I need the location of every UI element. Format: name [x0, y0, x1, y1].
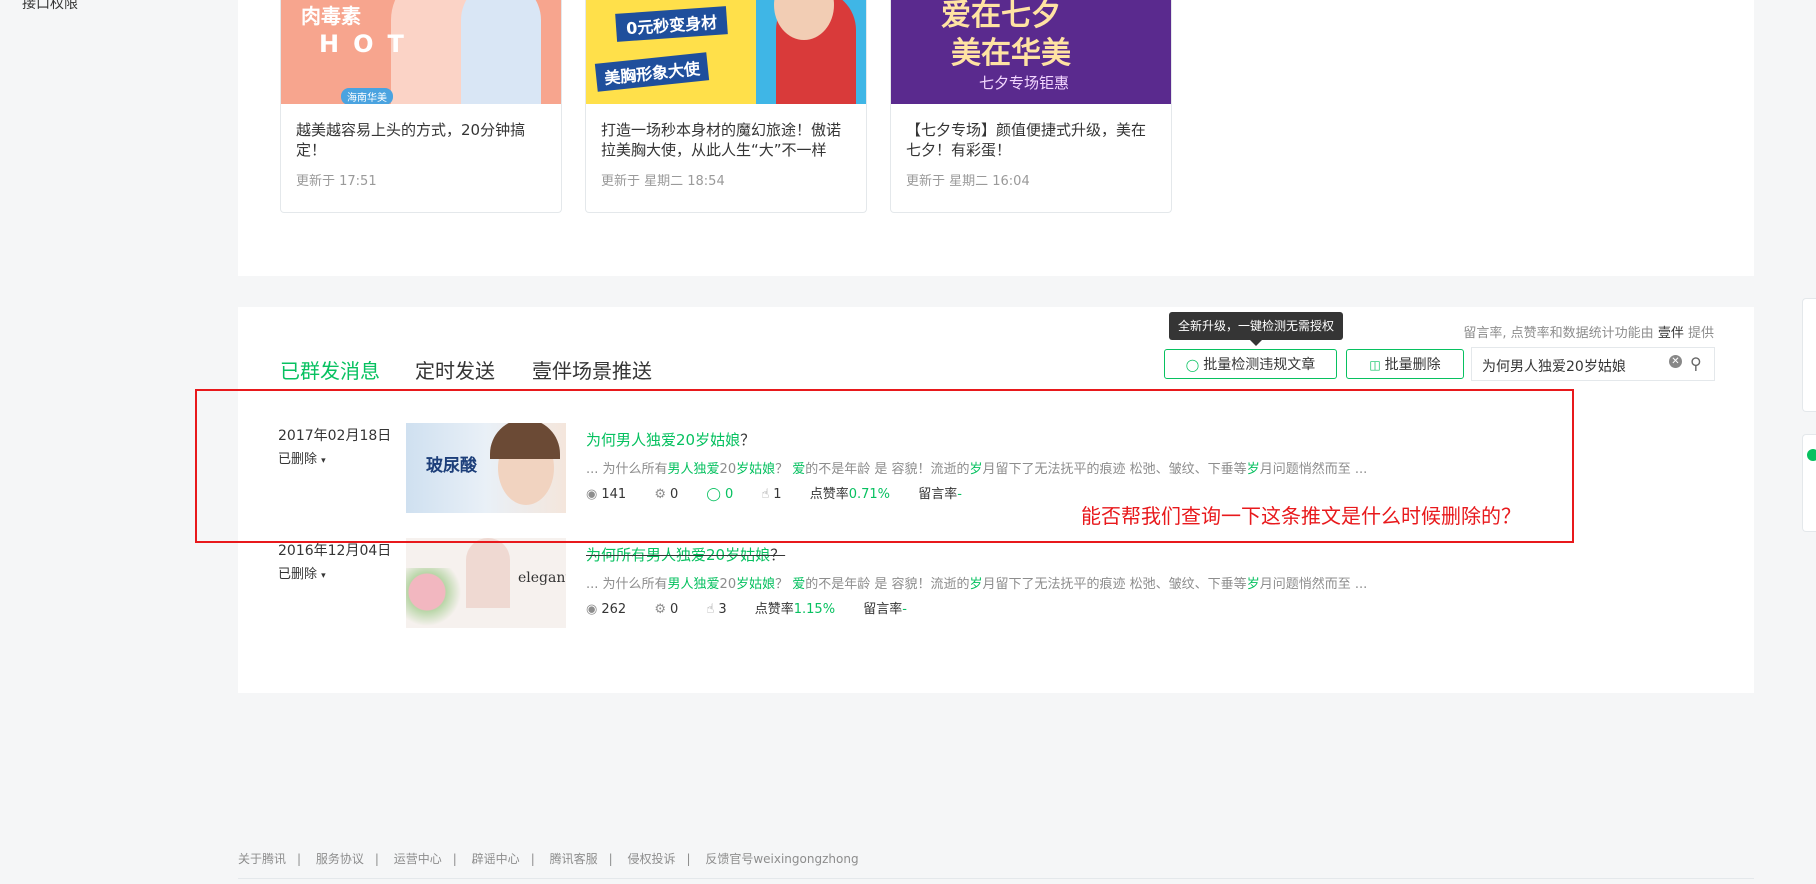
- search-input[interactable]: 为何男人独爱20岁姑娘: [1482, 356, 1626, 376]
- footer-link-feedback[interactable]: 反馈官号weixingongzhong: [705, 852, 858, 866]
- tab-scheduled[interactable]: 定时发送: [415, 355, 495, 384]
- image-text: 七夕专场钜惠: [979, 74, 1070, 92]
- status-dot-icon: [1807, 449, 1816, 461]
- like-rate: 1.15%: [793, 602, 836, 617]
- annotation-question: 能否帮我们查询一下这条推文是什么时候删除的？: [1081, 504, 1521, 528]
- image-text: 美在华美: [951, 36, 1071, 71]
- image-text: 肉毒素: [301, 4, 361, 28]
- like-count: 3: [718, 602, 727, 617]
- message-digest: ... 为什么所有男人独爱20岁姑娘？ 爱的不是年龄 是 容貌！流逝的岁月留下了…: [586, 577, 1368, 592]
- provider-brand[interactable]: 壹伴: [1658, 326, 1684, 341]
- chevron-down-icon: ▾: [321, 571, 326, 581]
- comment-rate: -: [902, 602, 907, 617]
- tab-sent-messages[interactable]: 已群发消息: [280, 355, 380, 384]
- footer-link-agreement[interactable]: 服务协议: [316, 852, 364, 866]
- article-title: 【七夕专场】颜值便捷式升级，美在七夕！有彩蛋！: [906, 121, 1147, 159]
- footer-link-operations[interactable]: 运营中心: [394, 852, 442, 866]
- footer-links: 关于腾讯 | 服务协议 | 运营中心 | 辟谣中心 | 腾讯客服 | 侵权投诉 | 反馈官号…: [238, 852, 859, 866]
- batch-check-violations-button[interactable]: ◯ 批量检测违规文章: [1164, 349, 1337, 379]
- article-title: 打造一场秒本身材的魔幻旅途！傲诺拉美胸大使，从此人生“大”不一样: [601, 121, 842, 159]
- search-icon[interactable]: ⚲: [1690, 354, 1702, 373]
- clear-icon[interactable]: ✕: [1669, 355, 1682, 368]
- footer-link-rumor-center[interactable]: 辟谣中心: [472, 852, 520, 866]
- article-card[interactable]: 肉毒素 HOT 海南华美 越美越容易上头的方式，20分钟搞定！ 更新于 17:5…: [280, 0, 562, 213]
- trash-icon: ◫: [1369, 358, 1381, 372]
- article-thumbnail: 爱在七夕 美在华美 七夕专场钜惠: [891, 0, 1171, 104]
- tab-yiban-scene-push[interactable]: 壹伴场景推送: [532, 355, 652, 384]
- view-count: 262: [601, 602, 627, 617]
- upgrade-tooltip: 全新升级，一键检测无需授权: [1169, 312, 1344, 346]
- message-status-dropdown[interactable]: 已删除 ▾: [278, 563, 326, 582]
- thumbs-up-icon: ☝: [706, 602, 715, 617]
- article-title: 越美越容易上头的方式，20分钟搞定！: [296, 121, 526, 159]
- article-card[interactable]: 0元秒变身材 美胸形象大使 打造一场秒本身材的魔幻旅途！傲诺拉美胸大使，从此人生…: [585, 0, 867, 213]
- article-thumbnail: 0元秒变身材 美胸形象大使: [586, 0, 866, 104]
- share-icon: ⚙: [654, 602, 666, 617]
- shield-icon: ◯: [1185, 358, 1200, 372]
- batch-delete-button[interactable]: ◫ 批量删除: [1346, 349, 1464, 379]
- article-updated-time: 更新于 星期二 16:04: [906, 174, 1030, 189]
- image-text: HOT: [319, 30, 418, 58]
- search-box[interactable]: 为何男人独爱20岁姑娘 ✕ ⚲: [1471, 347, 1715, 381]
- message-cover-image[interactable]: elegant: [406, 538, 566, 628]
- article-updated-time: 更新于 星期二 18:54: [601, 174, 725, 189]
- footer-link-about[interactable]: 关于腾讯: [238, 852, 286, 866]
- footer-link-infringement[interactable]: 侵权投诉: [627, 852, 675, 866]
- footer-divider: [238, 878, 1754, 879]
- message-date: 2016年12月04日: [278, 543, 392, 559]
- share-count: 0: [669, 602, 679, 617]
- image-badge: 海南华美: [341, 88, 393, 104]
- article-cards-panel: 肉毒素 HOT 海南华美 越美越容易上头的方式，20分钟搞定！ 更新于 17:5…: [238, 0, 1754, 276]
- message-title[interactable]: 为何所有男人独爱20岁姑娘？: [586, 544, 785, 565]
- side-floating-widget[interactable]: [1802, 434, 1816, 532]
- footer-link-support[interactable]: 腾讯客服: [550, 852, 598, 866]
- side-floating-widget[interactable]: [1802, 298, 1816, 412]
- article-thumbnail: 肉毒素 HOT 海南华美: [281, 0, 561, 104]
- article-card[interactable]: 爱在七夕 美在华美 七夕专场钜惠 【七夕专场】颜值便捷式升级，美在七夕！有彩蛋！…: [890, 0, 1172, 213]
- stats-provider-notice: 留言率, 点赞率和数据统计功能由 壹伴 提供: [1463, 326, 1714, 341]
- message-stats: ◉ 262 ⚙ 0 ☝ 3 点赞率1.15% 留言率-: [586, 602, 907, 617]
- sidebar-item-api-permissions[interactable]: 接口权限: [22, 0, 78, 13]
- article-updated-time: 更新于 17:51: [296, 174, 377, 189]
- eye-icon: ◉: [586, 602, 598, 617]
